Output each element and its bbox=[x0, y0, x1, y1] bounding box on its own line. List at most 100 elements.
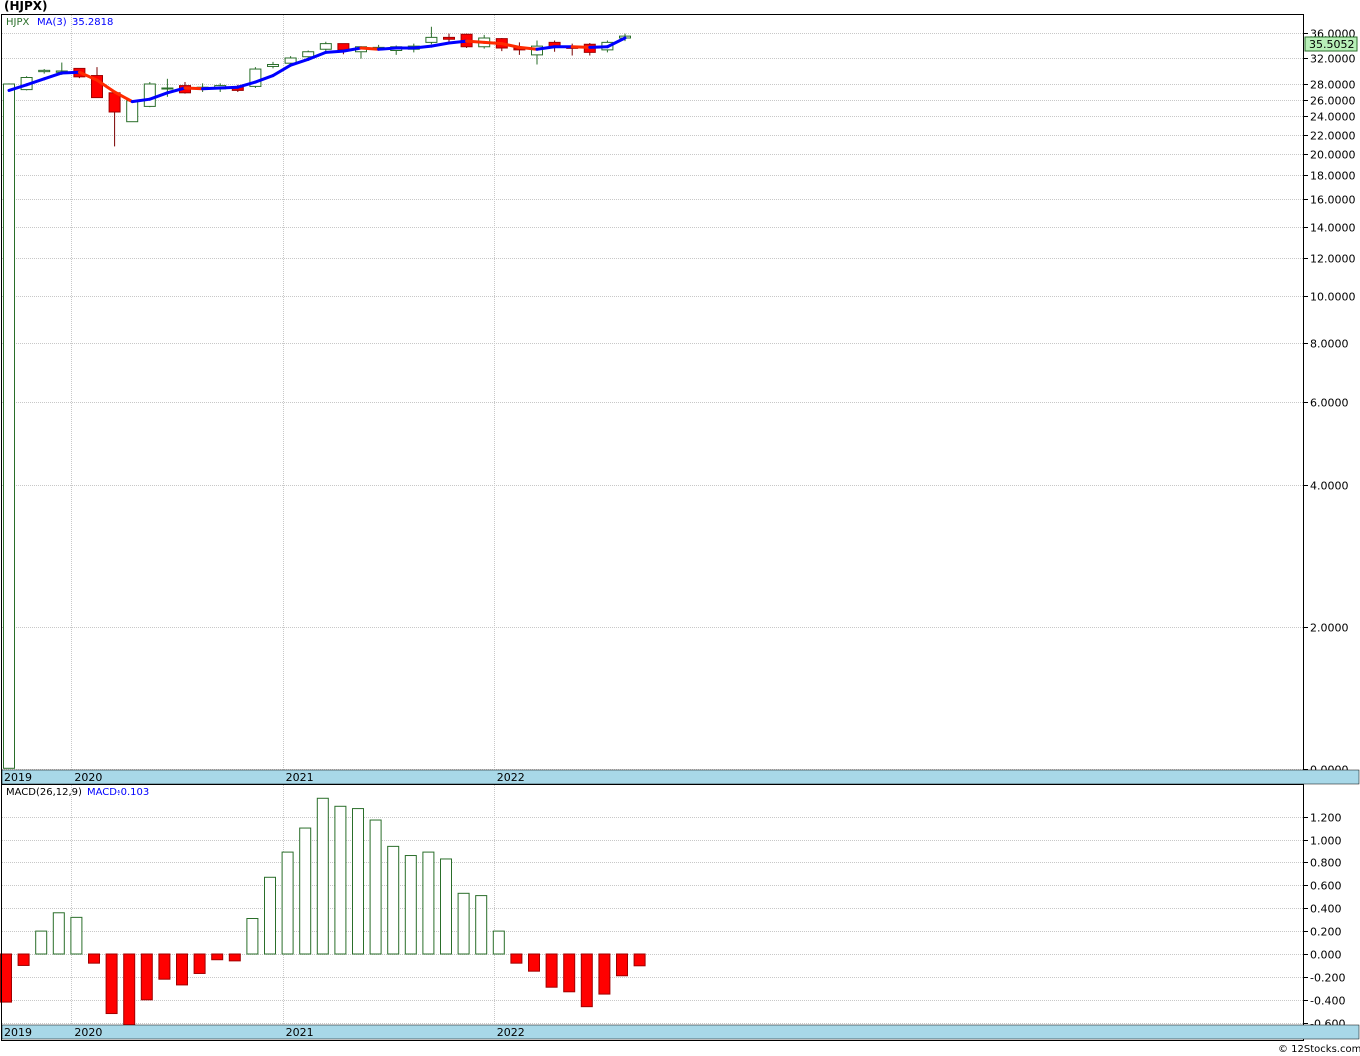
macd-bar-negative bbox=[545, 953, 558, 988]
macd-bar-negative bbox=[88, 953, 100, 964]
price-legend-ma-value: 35.2818 bbox=[72, 17, 113, 28]
ma-segment-rising bbox=[447, 39, 469, 45]
ma-segment-rising bbox=[201, 86, 222, 91]
chart-title: (HJPX) bbox=[4, 0, 48, 13]
candle-down bbox=[443, 36, 455, 40]
candle-up bbox=[267, 64, 279, 67]
macd-bar-negative bbox=[228, 953, 241, 962]
macd-bar-negative bbox=[17, 953, 30, 966]
ma-segment-falling bbox=[482, 40, 504, 46]
macd-bar-positive bbox=[52, 912, 65, 955]
price-tick-label: 20.0000 bbox=[1310, 149, 1356, 162]
macd-tick-label: 0.600 bbox=[1310, 880, 1342, 893]
price-date-label: 2019 bbox=[4, 771, 32, 784]
candle-up bbox=[143, 83, 156, 107]
price-date-band bbox=[1, 769, 1360, 785]
macd-bar-negative bbox=[633, 953, 646, 967]
macd-legend-label: MACD(26,12,9) bbox=[6, 787, 82, 798]
macd-bar-negative bbox=[158, 953, 171, 980]
price-tick-label: 18.0000 bbox=[1310, 170, 1356, 183]
macd-bar-positive bbox=[246, 918, 259, 955]
price-tick-label: 28.0000 bbox=[1310, 79, 1356, 92]
candle-up bbox=[38, 69, 51, 73]
price-tick-label: 16.0000 bbox=[1310, 194, 1356, 207]
macd-bar-positive bbox=[70, 916, 83, 955]
macd-date-label: 2020 bbox=[74, 1026, 102, 1039]
macd-bar-positive bbox=[334, 805, 347, 955]
stock-chart: (HJPX) 0.00002.00004.00006.00008.000010.… bbox=[0, 0, 1360, 1056]
macd-tick-label: 0.200 bbox=[1310, 926, 1342, 939]
ma-segment-rising bbox=[412, 44, 433, 50]
macd-bar-negative bbox=[211, 953, 224, 961]
macd-bar-positive bbox=[352, 808, 364, 955]
price-tick-label: 2.0000 bbox=[1310, 622, 1349, 635]
candle-up bbox=[126, 100, 139, 123]
macd-bar-positive bbox=[387, 845, 400, 955]
macd-bar-negative bbox=[123, 953, 136, 1026]
ma-segment-rising bbox=[377, 46, 398, 51]
macd-date-label: 2022 bbox=[497, 1026, 525, 1039]
macd-legend-macd-value: -0.103 bbox=[117, 787, 149, 798]
price-tick-label: 4.0000 bbox=[1310, 480, 1349, 493]
price-tick-label: 24.0000 bbox=[1310, 111, 1356, 124]
macd-bar-negative bbox=[580, 953, 593, 1008]
price-tick-label: 32.0000 bbox=[1310, 53, 1356, 66]
ma-segment-falling bbox=[570, 45, 592, 49]
price-tick-label: 8.0000 bbox=[1310, 338, 1349, 351]
macd-tick-label: 1.000 bbox=[1310, 835, 1342, 848]
candle-up bbox=[425, 36, 438, 43]
ma-segment-falling bbox=[359, 46, 381, 51]
macd-bar-negative bbox=[616, 953, 628, 977]
macd-bar-positive bbox=[457, 892, 470, 955]
macd-bar-positive bbox=[492, 930, 505, 955]
price-date-label: 2022 bbox=[497, 771, 525, 784]
price-legend-ma-label: MA(3) bbox=[37, 17, 67, 28]
price-tick-label: 22.0000 bbox=[1310, 130, 1356, 143]
candle-up bbox=[3, 83, 15, 769]
ma-segment-falling bbox=[517, 45, 539, 51]
macd-bar-negative bbox=[510, 953, 523, 964]
macd-bar-negative bbox=[528, 953, 540, 972]
ma-segment-rising bbox=[324, 49, 345, 54]
macd-legend-macd-label: MACD: bbox=[87, 787, 120, 798]
macd-tick-label: 0.400 bbox=[1310, 903, 1342, 916]
macd-tick-label: 1.200 bbox=[1310, 812, 1342, 825]
ma-segment-rising bbox=[60, 70, 81, 75]
watermark: © 12Stocks.com bbox=[1278, 1044, 1360, 1055]
last-price-label: 35.5052 bbox=[1309, 38, 1355, 51]
macd-bar-positive bbox=[281, 851, 294, 955]
macd-bar-negative bbox=[0, 953, 12, 1003]
macd-bar-positive bbox=[369, 819, 382, 955]
macd-bar-positive bbox=[404, 855, 417, 955]
ma-segment-falling bbox=[183, 86, 205, 91]
macd-bar-negative bbox=[140, 953, 153, 1001]
macd-tick-label: 0.800 bbox=[1310, 857, 1342, 870]
macd-bar-negative bbox=[176, 953, 188, 986]
macd-bar-positive bbox=[299, 827, 312, 955]
macd-bar-negative bbox=[105, 953, 118, 1015]
price-tick-label: 12.0000 bbox=[1310, 253, 1356, 266]
macd-bar-negative bbox=[563, 953, 576, 993]
macd-tick-label: 0.000 bbox=[1310, 949, 1342, 962]
macd-bar-positive bbox=[264, 876, 276, 955]
candle-up bbox=[319, 43, 332, 50]
macd-bar-negative bbox=[193, 953, 206, 974]
price-date-label: 2021 bbox=[286, 771, 314, 784]
macd-bar-positive bbox=[440, 858, 452, 955]
macd-tick-label: -0.200 bbox=[1310, 972, 1345, 985]
last-price-marker: 35.5052 bbox=[1304, 36, 1358, 52]
candle-up bbox=[161, 87, 174, 90]
macd-bar-positive bbox=[35, 930, 48, 955]
macd-bar-positive bbox=[422, 851, 435, 955]
macd-tick-label: -0.400 bbox=[1310, 995, 1345, 1008]
macd-bar-positive bbox=[316, 797, 329, 955]
macd-bar-negative bbox=[598, 953, 611, 995]
price-tick-label: 14.0000 bbox=[1310, 222, 1356, 235]
price-legend-symbol: HJPX bbox=[6, 17, 29, 28]
price-date-label: 2020 bbox=[74, 771, 102, 784]
macd-date-band bbox=[1, 1024, 1360, 1040]
price-tick-label: 10.0000 bbox=[1310, 291, 1356, 304]
macd-date-label: 2019 bbox=[4, 1026, 32, 1039]
candle-up bbox=[302, 51, 315, 58]
ma-segment-rising bbox=[588, 45, 609, 49]
